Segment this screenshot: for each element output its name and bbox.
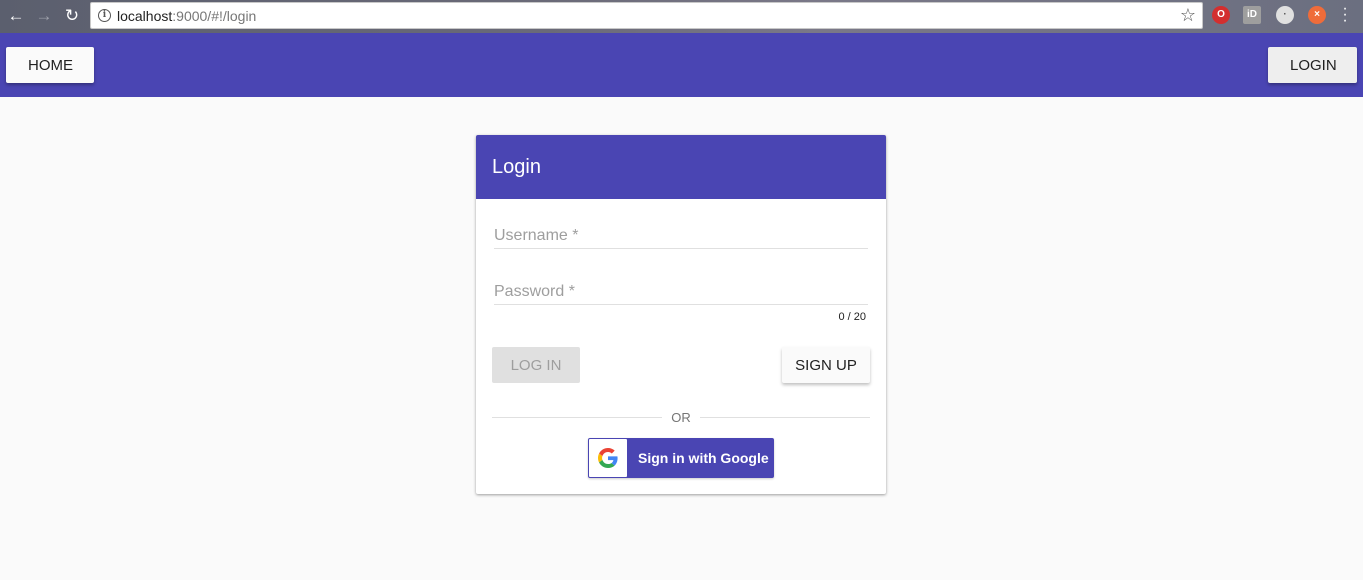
- login-card: Login Username * Password * 0 / 20 LOG I…: [476, 135, 886, 494]
- forward-arrow-icon[interactable]: →: [33, 5, 55, 27]
- password-underline: [494, 304, 868, 305]
- reload-icon[interactable]: ↻: [61, 5, 83, 27]
- password-field[interactable]: Password *: [494, 283, 868, 305]
- browser-chrome: ← → ↻ i localhost:9000/#!/login ☆ O iD ·…: [0, 0, 1363, 33]
- circle-extension-icon[interactable]: ·: [1276, 6, 1294, 24]
- or-divider: OR: [492, 409, 870, 425]
- back-arrow-icon[interactable]: ←: [5, 5, 27, 27]
- url-host: localhost: [117, 8, 173, 24]
- login-nav-button[interactable]: LOGIN: [1268, 47, 1357, 83]
- orange-extension-icon[interactable]: ×: [1308, 6, 1326, 24]
- username-underline: [494, 248, 868, 249]
- card-title: Login: [476, 135, 886, 199]
- opera-extension-icon[interactable]: O: [1212, 6, 1230, 24]
- divider-line-right: [700, 417, 870, 418]
- username-field[interactable]: Username *: [494, 227, 868, 249]
- google-button-label: Sign in with Google: [638, 450, 769, 466]
- app-toolbar: HOME LOGIN: [0, 33, 1363, 97]
- url-path: :9000/#!/login: [172, 8, 257, 24]
- kebab-menu-icon[interactable]: · · ·: [1342, 1, 1348, 29]
- username-placeholder: Username *: [494, 227, 579, 244]
- bookmark-star-icon[interactable]: ☆: [1180, 5, 1196, 26]
- sign-up-button[interactable]: SIGN UP: [782, 347, 870, 383]
- google-sign-in-button[interactable]: Sign in with Google: [588, 438, 774, 478]
- password-char-counter: 0 / 20: [838, 311, 866, 323]
- password-placeholder: Password *: [494, 283, 575, 300]
- log-in-button[interactable]: LOG IN: [492, 347, 580, 383]
- url-text[interactable]: localhost:9000/#!/login: [117, 8, 256, 24]
- id-extension-icon[interactable]: iD: [1243, 6, 1261, 24]
- address-bar[interactable]: i localhost:9000/#!/login ☆: [90, 2, 1203, 29]
- google-logo-icon: [589, 439, 627, 477]
- home-button[interactable]: HOME: [6, 47, 94, 83]
- info-icon[interactable]: i: [98, 9, 111, 22]
